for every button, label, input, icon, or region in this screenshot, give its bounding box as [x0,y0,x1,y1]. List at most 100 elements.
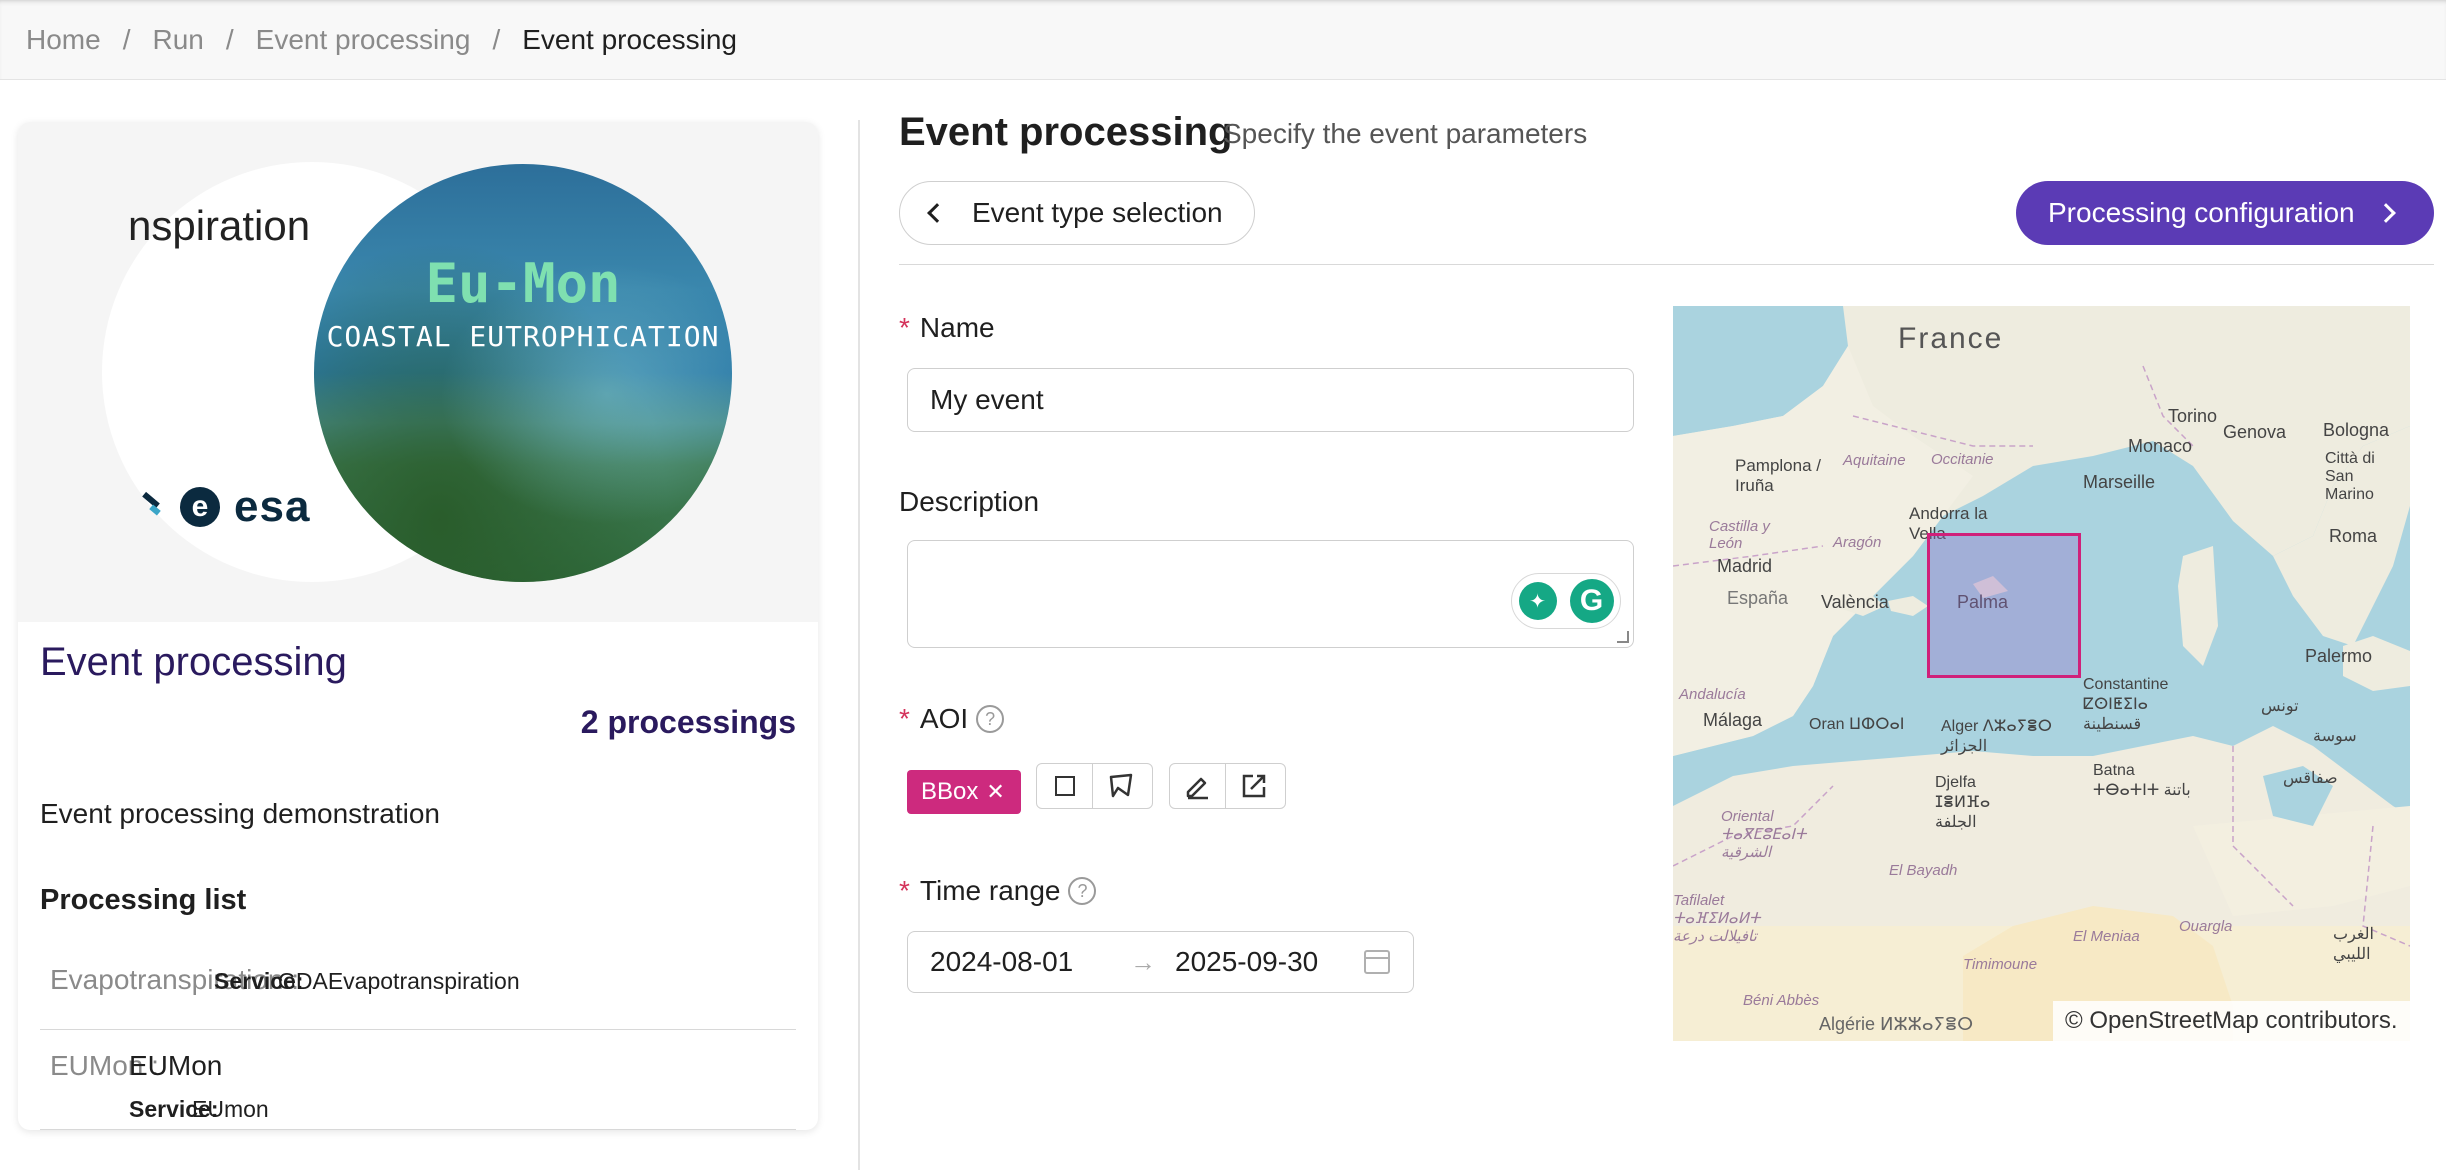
time-range-label: * Time range ? [899,875,1097,907]
map-attribution[interactable]: © OpenStreetMap contributors. [2053,1001,2410,1041]
map-label: Tafilalet ⵜⴰⴼⵉⵍⴰⵍⵜ تافيلالت درعة [1673,892,1761,945]
esa-logo: e esa [138,482,310,532]
name-input[interactable]: My event [907,368,1634,432]
map-label: El Bayadh [1889,862,1958,879]
processing-configuration-button[interactable]: Processing configuration [2016,181,2434,245]
processing-value: EUMon [129,1050,223,1081]
resize-handle-icon[interactable] [1617,631,1629,643]
map-label: València [1821,592,1889,612]
breadcrumb-current: Event processing [522,23,738,55]
calendar-icon[interactable] [1364,950,1390,974]
vertical-divider [858,120,860,1170]
map-label: Monaco [2128,436,2193,456]
aoi-tag-label: BBox [921,778,979,805]
map-label: Marseille [2083,472,2156,492]
esa-mark-icon [138,493,166,521]
header-divider [899,264,2434,265]
aoi-edit-tools [1169,763,1286,809]
map-label: Madrid [1717,556,1773,576]
map-label: Algérie ⵍⵣⵣⴰⵢⴻⵔ [1819,1014,1974,1034]
service-value: GDAEvapotranspiration [278,968,520,994]
cover-photo-subtitle: COASTAL EUTROPHICATION [326,320,720,353]
map-label: صفاقس [2283,770,2338,787]
aoi-draw-tools [1036,763,1153,809]
esa-logo-text: esa [234,482,311,531]
date-start-input[interactable]: 2024-08-01 [930,946,1073,978]
breadcrumb: Home / Run / Event processing / Event pr… [0,0,2446,80]
name-label: * Name [899,312,995,344]
help-icon[interactable]: ? [976,705,1005,733]
lightbulb-icon[interactable]: ✦ [1518,582,1557,620]
service-value: EUmon [192,1096,269,1122]
event-card: nspiration e esa Eu-Mon COASTAL EUTROPHI… [18,122,818,1130]
back-button-label: Event type selection [972,197,1223,228]
map-label: Castilla y León [1709,518,1770,552]
aoi-label-text: AOI [919,703,969,734]
map-label: El Meniaa [2073,928,2140,945]
event-type-selection-button[interactable]: Event type selection [899,181,1255,245]
map-label: Ouargla [2179,918,2233,935]
map-label: Bologna [2323,420,2390,440]
processing-list-item: EUMon : EUMon Service: EUmon [40,1030,796,1130]
required-mark: * [899,312,910,343]
map-label: Andalucía [1679,686,1746,703]
aoi-bbox-rectangle[interactable] [1927,533,2081,678]
breadcrumb-run[interactable]: Run [152,24,203,56]
time-range-picker[interactable]: 2024-08-01 → 2025-09-30 [907,931,1414,993]
draw-polygon-icon[interactable] [1093,764,1149,808]
date-end-input[interactable]: 2025-09-30 [1175,946,1318,978]
map-label: Genova [2223,422,2287,442]
card-title: Event processing [40,640,347,684]
breadcrumb-separator: / [122,23,131,55]
processing-list-title: Processing list [40,884,247,916]
esa-circle-icon: e [180,487,220,527]
description-label: Description [899,486,1040,517]
breadcrumb-event-processing[interactable]: Event processing [256,24,471,56]
map-label: Palermo [2305,646,2373,666]
edit-pencil-icon[interactable] [1170,764,1226,808]
map-label: Oran ⵡⵀⵔⴰⵏ [1809,716,1905,733]
map-label: Djelfa ⵊⴻⵍⴼⴰ الجلفة [1935,774,1991,831]
import-icon[interactable] [1226,764,1282,808]
card-description: Event processing demonstration [40,798,440,829]
cover-photo-landscape [314,164,732,582]
map-label-france: France [1898,322,2004,355]
processings-count: 2 processings [580,704,796,740]
cover-back-text: nspiration [128,202,311,249]
breadcrumb-separator: / [225,23,234,55]
card-cover-image: nspiration e esa Eu-Mon COASTAL EUTROPHI… [18,122,818,622]
next-button-label: Processing configuration [2048,197,2355,228]
breadcrumb-home[interactable]: Home [26,24,101,56]
help-icon[interactable]: ? [1068,877,1097,905]
map-label: الغرب الليبي [2333,926,2374,963]
cover-photo-title: Eu-Mon [425,252,621,315]
arrow-right-icon: → [1130,946,1156,977]
map-label: Occitanie [1931,451,1994,468]
map-label: تونس [2261,698,2299,715]
map-label: Constantine ⵇⵙⵏⵟⵉⵏⴰ قسنطينة [2083,676,2169,733]
map-label: سوسة [2313,728,2357,745]
chevron-right-icon [2375,203,2396,223]
aoi-label: * AOI ? [899,703,1005,735]
time-range-label-text: Time range [919,875,1061,906]
map-label: Roma [2329,526,2378,546]
description-textarea[interactable]: ✦ G [907,540,1634,648]
map-label: Aragón [1833,534,1882,551]
page-subtitle: Specify the event parameters [1223,118,1588,149]
name-label-text: Name [919,312,995,343]
map-label: Alger ⴷⵣⴰⵢⴻⵔ الجزائر [1941,718,2052,755]
map-label: Città di San Marino [2325,450,2375,503]
aoi-bbox-tag: BBox ✕ [907,770,1021,814]
map-label: Torino [2168,406,2218,426]
grammarly-icon[interactable]: G [1569,579,1614,623]
page-title: Event processing [899,110,1233,154]
cover-photo-circle: Eu-Mon COASTAL EUTROPHICATION [314,164,732,582]
required-mark: * [899,875,910,906]
chevron-left-icon [927,203,947,223]
draw-rectangle-icon[interactable] [1037,764,1093,808]
processing-list-item: Evapotranspiration : Service: GDAEvapotr… [40,942,796,1030]
grammarly-widget[interactable]: ✦ G [1511,573,1621,629]
map-label: España [1727,588,1789,608]
breadcrumb-separator: / [492,23,501,55]
close-icon[interactable]: ✕ [986,779,1004,805]
